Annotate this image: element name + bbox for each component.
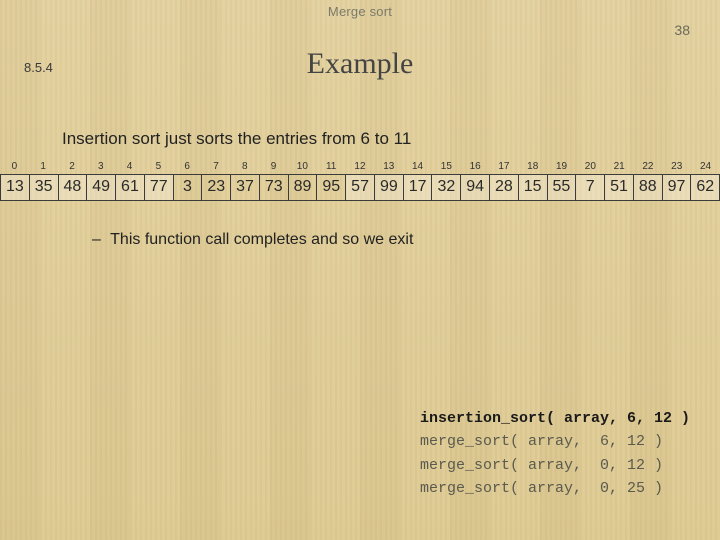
index-cell: 20	[576, 161, 605, 174]
index-cell: 16	[461, 161, 490, 174]
index-cell: 4	[115, 161, 144, 174]
array-cell: 57	[345, 174, 374, 201]
array-cell: 55	[547, 174, 576, 201]
array-cell: 48	[58, 174, 87, 201]
slide-title: Example	[0, 47, 720, 81]
index-cell: 0	[0, 161, 29, 174]
code-line: merge_sort( array, 0, 25 )	[420, 477, 690, 500]
array-cell: 97	[662, 174, 691, 201]
array-cell: 32	[431, 174, 460, 201]
index-cell: 9	[259, 161, 288, 174]
code-line: insertion_sort( array, 6, 12 )	[420, 407, 690, 430]
array-cell: 89	[288, 174, 317, 201]
array-cell: 15	[518, 174, 547, 201]
section-number: 8.5.4	[24, 60, 53, 75]
index-cell: 5	[144, 161, 173, 174]
bullet-line: – This function call completes and so we…	[92, 231, 720, 249]
index-cell: 23	[662, 161, 691, 174]
array-cell: 94	[460, 174, 489, 201]
index-cell: 12	[346, 161, 375, 174]
array-cell: 88	[633, 174, 662, 201]
index-cell: 7	[202, 161, 231, 174]
index-cell: 13	[374, 161, 403, 174]
page-number: 38	[674, 22, 690, 38]
array-cell: 99	[374, 174, 403, 201]
array-cell: 73	[259, 174, 288, 201]
code-line: merge_sort( array, 0, 12 )	[420, 454, 690, 477]
index-cell: 11	[317, 161, 346, 174]
code-line: merge_sort( array, 6, 12 )	[420, 430, 690, 453]
body-text: Insertion sort just sorts the entries fr…	[62, 129, 720, 149]
index-cell: 17	[490, 161, 519, 174]
index-cell: 8	[230, 161, 259, 174]
array-cell: 77	[144, 174, 173, 201]
index-cell: 18	[518, 161, 547, 174]
array-cell: 49	[86, 174, 115, 201]
array-index-row: 0123456789101112131415161718192021222324	[0, 161, 720, 174]
index-cell: 6	[173, 161, 202, 174]
index-cell: 19	[547, 161, 576, 174]
array-cell: 7	[575, 174, 604, 201]
array-cell: 28	[489, 174, 518, 201]
index-cell: 1	[29, 161, 58, 174]
array-cell: 3	[173, 174, 202, 201]
index-cell: 15	[432, 161, 461, 174]
array-value-row: 1335484961773233773899557991732942815557…	[0, 174, 720, 201]
bullet-dash: –	[92, 231, 106, 249]
array-cell: 37	[230, 174, 259, 201]
index-cell: 3	[86, 161, 115, 174]
index-cell: 24	[691, 161, 720, 174]
array-cell: 95	[316, 174, 345, 201]
header-topic: Merge sort	[0, 0, 720, 19]
index-cell: 2	[58, 161, 87, 174]
bullet-text: This function call completes and so we e…	[110, 231, 413, 248]
array-cell: 13	[0, 174, 29, 201]
array-cell: 23	[201, 174, 230, 201]
array-cell: 51	[604, 174, 633, 201]
array-cell: 62	[690, 174, 720, 201]
index-cell: 22	[634, 161, 663, 174]
index-cell: 21	[605, 161, 634, 174]
array-cell: 17	[403, 174, 432, 201]
array-cell: 35	[29, 174, 58, 201]
array-cell: 61	[115, 174, 144, 201]
index-cell: 14	[403, 161, 432, 174]
call-stack-code: insertion_sort( array, 6, 12 )merge_sort…	[420, 407, 690, 500]
index-cell: 10	[288, 161, 317, 174]
